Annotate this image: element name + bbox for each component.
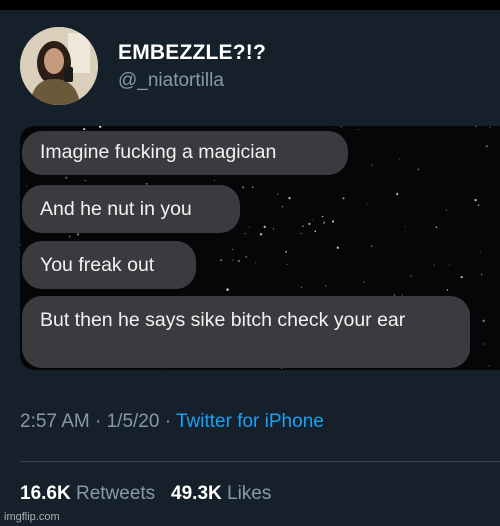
star	[68, 235, 71, 238]
star	[237, 259, 241, 263]
star	[404, 226, 406, 228]
user-handle[interactable]: @_niatortilla	[118, 70, 224, 92]
star	[20, 244, 21, 246]
avatar[interactable]	[20, 27, 98, 105]
star	[321, 215, 324, 218]
star	[489, 126, 491, 128]
message-bubble: You freak out	[22, 241, 196, 289]
star	[232, 249, 234, 251]
tweet-date[interactable]: 1/5/20	[107, 411, 160, 432]
display-name[interactable]: EMBEZZLE?!?	[118, 41, 266, 65]
star	[488, 365, 490, 367]
star	[20, 363, 23, 366]
avatar-photo	[20, 27, 98, 105]
star	[83, 128, 86, 131]
star	[242, 186, 245, 189]
tweet-time[interactable]: 2:57 AM	[20, 411, 90, 432]
meta-separator: ·	[95, 411, 102, 432]
star	[259, 233, 263, 236]
message-bubble: But then he says sike bitch check your e…	[22, 296, 470, 368]
star	[410, 275, 412, 277]
star	[475, 126, 477, 128]
star	[446, 289, 449, 291]
likes-count: 49.3K	[171, 483, 222, 504]
star	[325, 285, 327, 287]
star	[363, 281, 365, 283]
retweets-stat[interactable]: 16.6K Retweets	[20, 483, 160, 504]
star	[84, 179, 87, 182]
star	[333, 127, 335, 129]
star	[160, 369, 162, 370]
star	[340, 126, 342, 128]
star	[251, 186, 254, 188]
star	[398, 158, 401, 160]
star	[482, 319, 485, 323]
star	[226, 288, 229, 291]
retweets-label: Retweets	[75, 483, 156, 504]
star	[474, 198, 477, 202]
likes-label: Likes	[227, 483, 272, 504]
star	[25, 185, 28, 187]
star	[460, 275, 463, 279]
star	[448, 264, 450, 266]
star	[244, 232, 246, 235]
star	[286, 263, 288, 265]
star	[477, 204, 480, 207]
star	[371, 164, 373, 166]
star	[485, 145, 488, 148]
meta-separator: ·	[164, 411, 172, 432]
top-bar	[0, 0, 500, 10]
star	[220, 259, 223, 262]
star	[357, 129, 359, 131]
star	[254, 262, 256, 264]
star	[332, 220, 335, 223]
star	[263, 225, 266, 229]
star	[302, 225, 304, 227]
star	[367, 203, 369, 205]
star	[370, 245, 373, 247]
star	[99, 126, 102, 128]
star	[417, 168, 420, 171]
star	[484, 343, 486, 345]
star	[433, 264, 435, 266]
divider	[20, 461, 500, 462]
star	[272, 228, 275, 230]
retweets-count: 16.6K	[20, 483, 71, 504]
star	[213, 179, 216, 182]
star	[322, 221, 326, 224]
star	[314, 230, 317, 233]
engagement-stats: 16.6K Retweets 49.3K Likes	[20, 483, 271, 505]
star	[308, 222, 311, 226]
star	[249, 226, 250, 228]
star	[445, 209, 448, 211]
star	[282, 206, 284, 208]
message-bubble: Imagine fucking a magician	[22, 131, 348, 175]
star	[65, 176, 68, 179]
tweet-source-link[interactable]: Twitter for iPhone	[176, 411, 324, 432]
star	[312, 219, 314, 221]
star	[435, 226, 438, 228]
star	[284, 250, 288, 253]
star	[342, 197, 345, 200]
star	[232, 259, 234, 261]
star	[480, 273, 483, 276]
star	[480, 251, 482, 252]
star	[76, 233, 80, 236]
likes-stat[interactable]: 49.3K Likes	[171, 483, 271, 504]
tweet-metadata: 2:57 AM · 1/5/20 · Twitter for iPhone	[20, 411, 324, 433]
star	[396, 193, 399, 196]
star	[288, 196, 291, 200]
star	[300, 233, 302, 235]
star	[336, 246, 340, 249]
watermark: imgflip.com	[4, 511, 60, 523]
star	[300, 286, 303, 289]
star	[276, 193, 279, 195]
message-bubble: And he nut in you	[22, 185, 240, 233]
star	[245, 255, 248, 258]
